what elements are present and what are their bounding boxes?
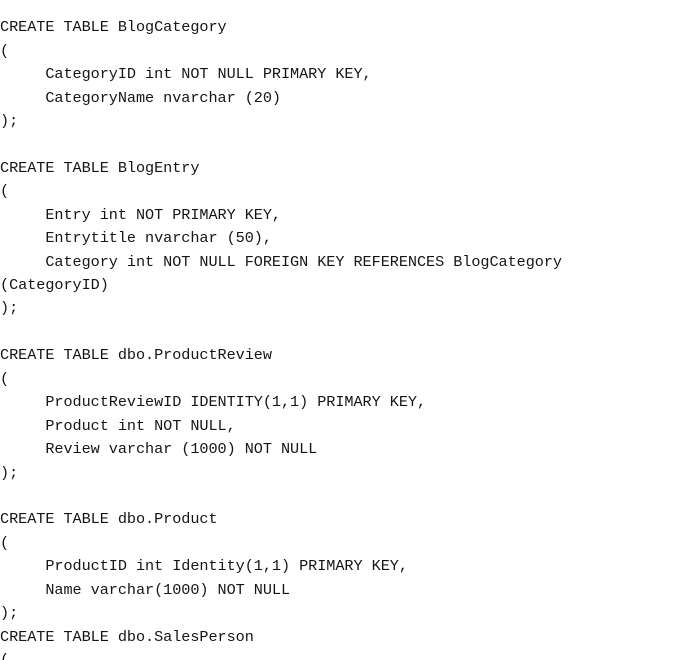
code-line: ( [0, 182, 10, 201]
code-line: ); [0, 604, 19, 623]
code-line: ); [0, 463, 19, 482]
code-line: ( [0, 651, 10, 660]
code-line: ProductReviewID IDENTITY(1,1) PRIMARY KE… [0, 393, 427, 412]
code-line: CREATE TABLE dbo.SalesPerson [0, 627, 254, 646]
code-line: Product int NOT NULL, [0, 416, 236, 435]
code-line: CREATE TABLE dbo.ProductReview [0, 346, 272, 365]
sql-code-listing[interactable]: CREATE TABLE BlogCategory ( CategoryID in… [0, 16, 689, 660]
code-line: ); [0, 111, 19, 130]
code-line: CREATE TABLE dbo.Product [0, 510, 218, 529]
code-line: ( [0, 533, 10, 552]
code-line: CREATE TABLE BlogEntry [0, 158, 200, 177]
code-line: Entrytitle nvarchar (50), [0, 229, 272, 248]
code-line: Name varchar(1000) NOT NULL [0, 580, 291, 599]
code-line: CREATE TABLE BlogCategory [0, 18, 227, 37]
code-line: ( [0, 41, 10, 60]
code-line: (CategoryID) [0, 276, 109, 294]
code-line: CategoryID int NOT NULL PRIMARY KEY, [0, 65, 372, 84]
document-page: CREATE TABLE BlogCategory ( CategoryID in… [0, 0, 689, 660]
code-line: ( [0, 369, 10, 388]
code-line: Entry int NOT PRIMARY KEY, [0, 205, 281, 224]
code-line: ProductID int Identity(1,1) PRIMARY KEY, [0, 557, 408, 576]
code-line: ); [0, 299, 19, 318]
code-line: Review varchar (1000) NOT NULL [0, 440, 318, 459]
code-line: CategoryName nvarchar (20) [0, 88, 281, 107]
code-line: Category int NOT NULL FOREIGN KEY REFERE… [0, 252, 562, 271]
